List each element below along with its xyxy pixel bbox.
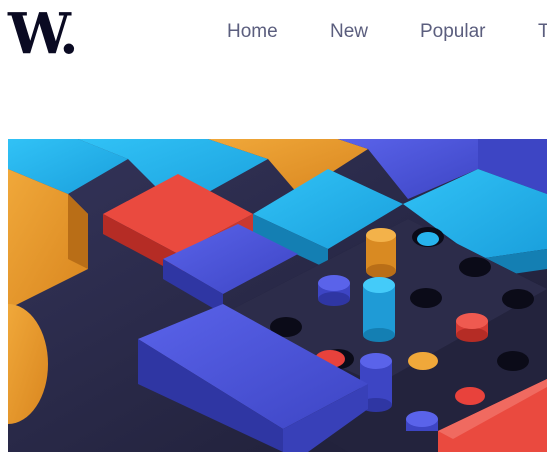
site-header: W. Home New Popular T bbox=[0, 0, 547, 70]
nav-item-home[interactable]: Home bbox=[227, 20, 278, 44]
nav-item-popular[interactable]: Popular bbox=[420, 20, 486, 44]
main-nav: Home New Popular T bbox=[0, 20, 547, 46]
hero-illustration bbox=[8, 139, 547, 452]
nav-item-new[interactable]: New bbox=[330, 20, 368, 44]
hero-image bbox=[8, 139, 547, 452]
page: W. Home New Popular T bbox=[0, 0, 547, 452]
nav-item-truncated[interactable]: T bbox=[538, 20, 547, 44]
